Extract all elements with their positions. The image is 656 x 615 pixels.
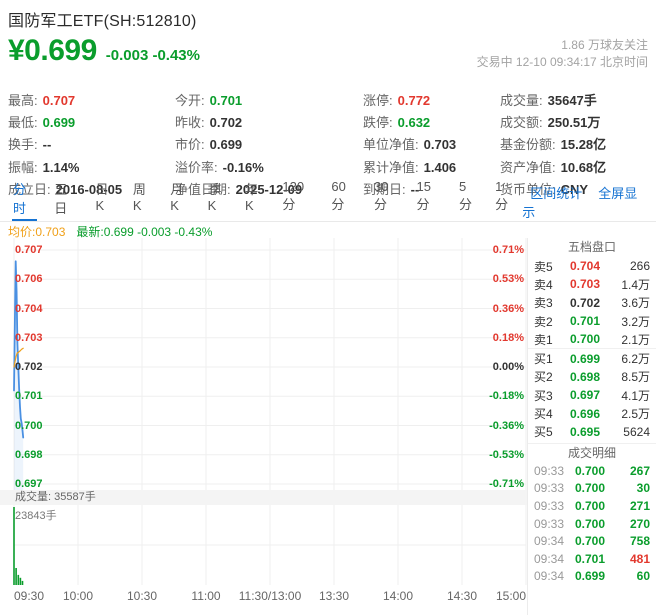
price-axis-label: 0.701 [15,390,43,403]
percent-axis-label: -0.53% [489,448,524,461]
order-book-row[interactable]: 买5 0.695 5624 [528,423,656,441]
current-price: ¥0.699 [8,34,97,67]
time-axis-label: 10:00 [62,589,94,603]
stat-cell: 换手: -- [8,137,52,153]
tab-5分[interactable]: 5分 [458,175,478,221]
stat-cell: 最低: 0.699 [8,115,76,131]
stat-cell: 跌停: 0.632 [363,115,431,131]
time-axis-label: 14:30 [446,589,478,603]
price-axis-label: 0.700 [15,419,43,432]
stat-cell: 昨收: 0.702 [175,115,243,131]
volume-axis-max: 23843手 [15,510,57,522]
percent-axis-label: 0.18% [492,331,524,344]
percent-axis-label: 0.71% [492,244,524,256]
stat-cell: 涨停: 0.772 [363,92,431,108]
tab-季K[interactable]: 季K [207,175,228,221]
trade-log-row: 09:33 0.700 267 [534,463,650,478]
time-axis-label: 09:30 [14,589,45,603]
tab-15分[interactable]: 15分 [415,175,442,221]
percent-axis-label: 0.53% [492,273,524,286]
stat-cell: 振幅: 1.14% [8,159,80,175]
time-axis-label: 14:00 [382,589,414,603]
stat-cell: 基金份额: 15.28亿 [500,137,607,153]
volume-strip-label: 成交量: 35587手 [0,490,527,505]
session-time: 交易中 12-10 09:34:17 北京时间 [476,55,648,69]
tab-links: 区间统计 全屏显示 [522,183,650,221]
tab-list: 分时 五日 日K 周K 月K 季K 年K 120分 60分 30分 15分 5分 1分 [0,175,522,221]
bid-list: 买1 0.699 6.2万 买2 0.698 8.5万 买3 0.697 4.1万 买4 0.696… [528,349,656,440]
price-axis-label: 0.707 [15,244,43,256]
stat-cell: 最高: 0.707 [8,92,76,108]
trade-log-row: 09:33 0.700 30 [534,481,650,496]
tab-分时[interactable]: 分时 [12,175,38,221]
tab-年K[interactable]: 年K [244,175,265,221]
percent-axis-label: -0.36% [489,419,524,432]
ask-list: 卖5 0.704 266 卖4 0.703 1.4万 卖3 0.702 3.6万 卖2 0.701 3… [528,257,656,348]
price-axis-label: 0.702 [15,361,43,373]
tab-月K[interactable]: 月K [169,175,190,221]
stat-cell: 累计净值: 1.406 [363,159,457,175]
chart-region: 0.707 0.706 0.704 0.703 0.702 0.701 0.700 0.698… [0,238,656,615]
stat-cell: 今开: 0.701 [175,92,243,108]
page-title: 国防军工ETF(SH:512810) [8,13,197,30]
period-tabbar: 分时 五日 日K 周K 月K 季K 年K 120分 60分 30分 15分 5分 1分 区间统计 全屏显示 [0,179,656,222]
tab-60分[interactable]: 60分 [330,175,357,221]
tab-日K[interactable]: 日K [95,175,116,221]
trade-log-title: 成交明细 [528,442,656,462]
order-book-row[interactable]: 卖2 0.701 3.2万 [528,312,656,330]
link-区间统计[interactable]: 区间统计 [530,186,582,201]
price-axis-label: 0.697 [15,478,43,490]
tab-五日[interactable]: 五日 [53,175,78,221]
order-book-row[interactable]: 买2 0.698 8.5万 [528,368,656,386]
stat-cell: 单位净值: 0.703 [363,137,457,153]
time-axis-label: 13:30 [318,589,350,603]
tab-1分[interactable]: 1分 [494,175,514,221]
order-book-title: 五档盘口 [567,240,616,254]
tab-周K[interactable]: 周K [132,175,153,221]
order-book-row[interactable]: 买4 0.696 2.5万 [528,404,656,422]
percent-axis-label: 0.00% [492,361,524,373]
market-status: 1.86 万球友关注 交易中 12-10 09:34:17 北京时间 [477,37,648,71]
trade-log-row: 09:34 0.701 481 [534,551,650,566]
price-axis-label: 0.706 [15,273,43,286]
price-axis-label: 0.703 [15,331,43,344]
stat-cell: 成交额: 250.51万 [500,115,601,131]
order-book-row[interactable]: 卖5 0.704 266 [528,257,656,275]
order-book-row[interactable]: 买3 0.697 4.1万 [528,386,656,404]
followers-count: 1.86 万球友关注 [561,38,648,52]
price-pane[interactable]: 0.707 0.706 0.704 0.703 0.702 0.701 0.700 0.698… [0,238,527,490]
price-axis-label: 0.704 [15,302,43,315]
stat-cell: 成交量: 35647手 [500,92,597,108]
time-axis-label: 10:30 [126,589,158,603]
trade-log-row: 09:33 0.700 271 [534,498,650,513]
order-book-row[interactable]: 卖4 0.703 1.4万 [528,275,656,293]
percent-axis-label: -0.18% [489,390,524,403]
trade-log-row: 09:33 0.700 270 [534,516,650,531]
trade-log-row: 09:34 0.699 60 [534,569,650,584]
order-book-row[interactable]: 买1 0.699 6.2万 [528,349,656,367]
intraday-chart[interactable]: 0.707 0.706 0.704 0.703 0.702 0.701 0.700 0.698… [0,238,527,615]
tab-120分[interactable]: 120分 [281,175,314,221]
stat-cell: 溢价率: -0.16% [175,159,264,175]
time-axis-label: 11:30/13:00 [238,589,302,603]
trade-log-row: 09:34 0.700 758 [534,534,650,549]
time-axis: 09:30 10:00 10:30 11:00 11:30/13:00 13:30 14:0… [0,585,527,605]
stat-cell: 市价: 0.699 [175,137,243,153]
percent-axis-label: -0.71% [489,478,524,490]
order-book-row[interactable]: 卖1 0.700 2.1万 [528,330,656,348]
order-book-row[interactable]: 卖3 0.702 3.6万 [528,294,656,312]
right-panel: 五档盘口 卖5 0.704 266 卖4 0.703 1.4万 卖3 0.702 3.6万 卖2 0… [527,238,656,615]
time-axis-label: 15:00 [495,589,526,603]
price-row: ¥0.699 -0.003 -0.43% [8,34,200,68]
price-axis-label: 0.698 [15,448,43,461]
stat-cell: 资产净值: 10.68亿 [500,159,607,175]
percent-axis-label: 0.36% [492,302,524,315]
trade-log-list: 09:33 0.700 267 09:33 0.700 30 09:33 0.700 271 09… [528,462,656,585]
tab-30分[interactable]: 30分 [373,175,400,221]
price-change: -0.003 -0.43% [105,47,200,64]
volume-pane[interactable]: 23843手 [0,505,527,585]
time-axis-label: 11:00 [191,589,221,603]
